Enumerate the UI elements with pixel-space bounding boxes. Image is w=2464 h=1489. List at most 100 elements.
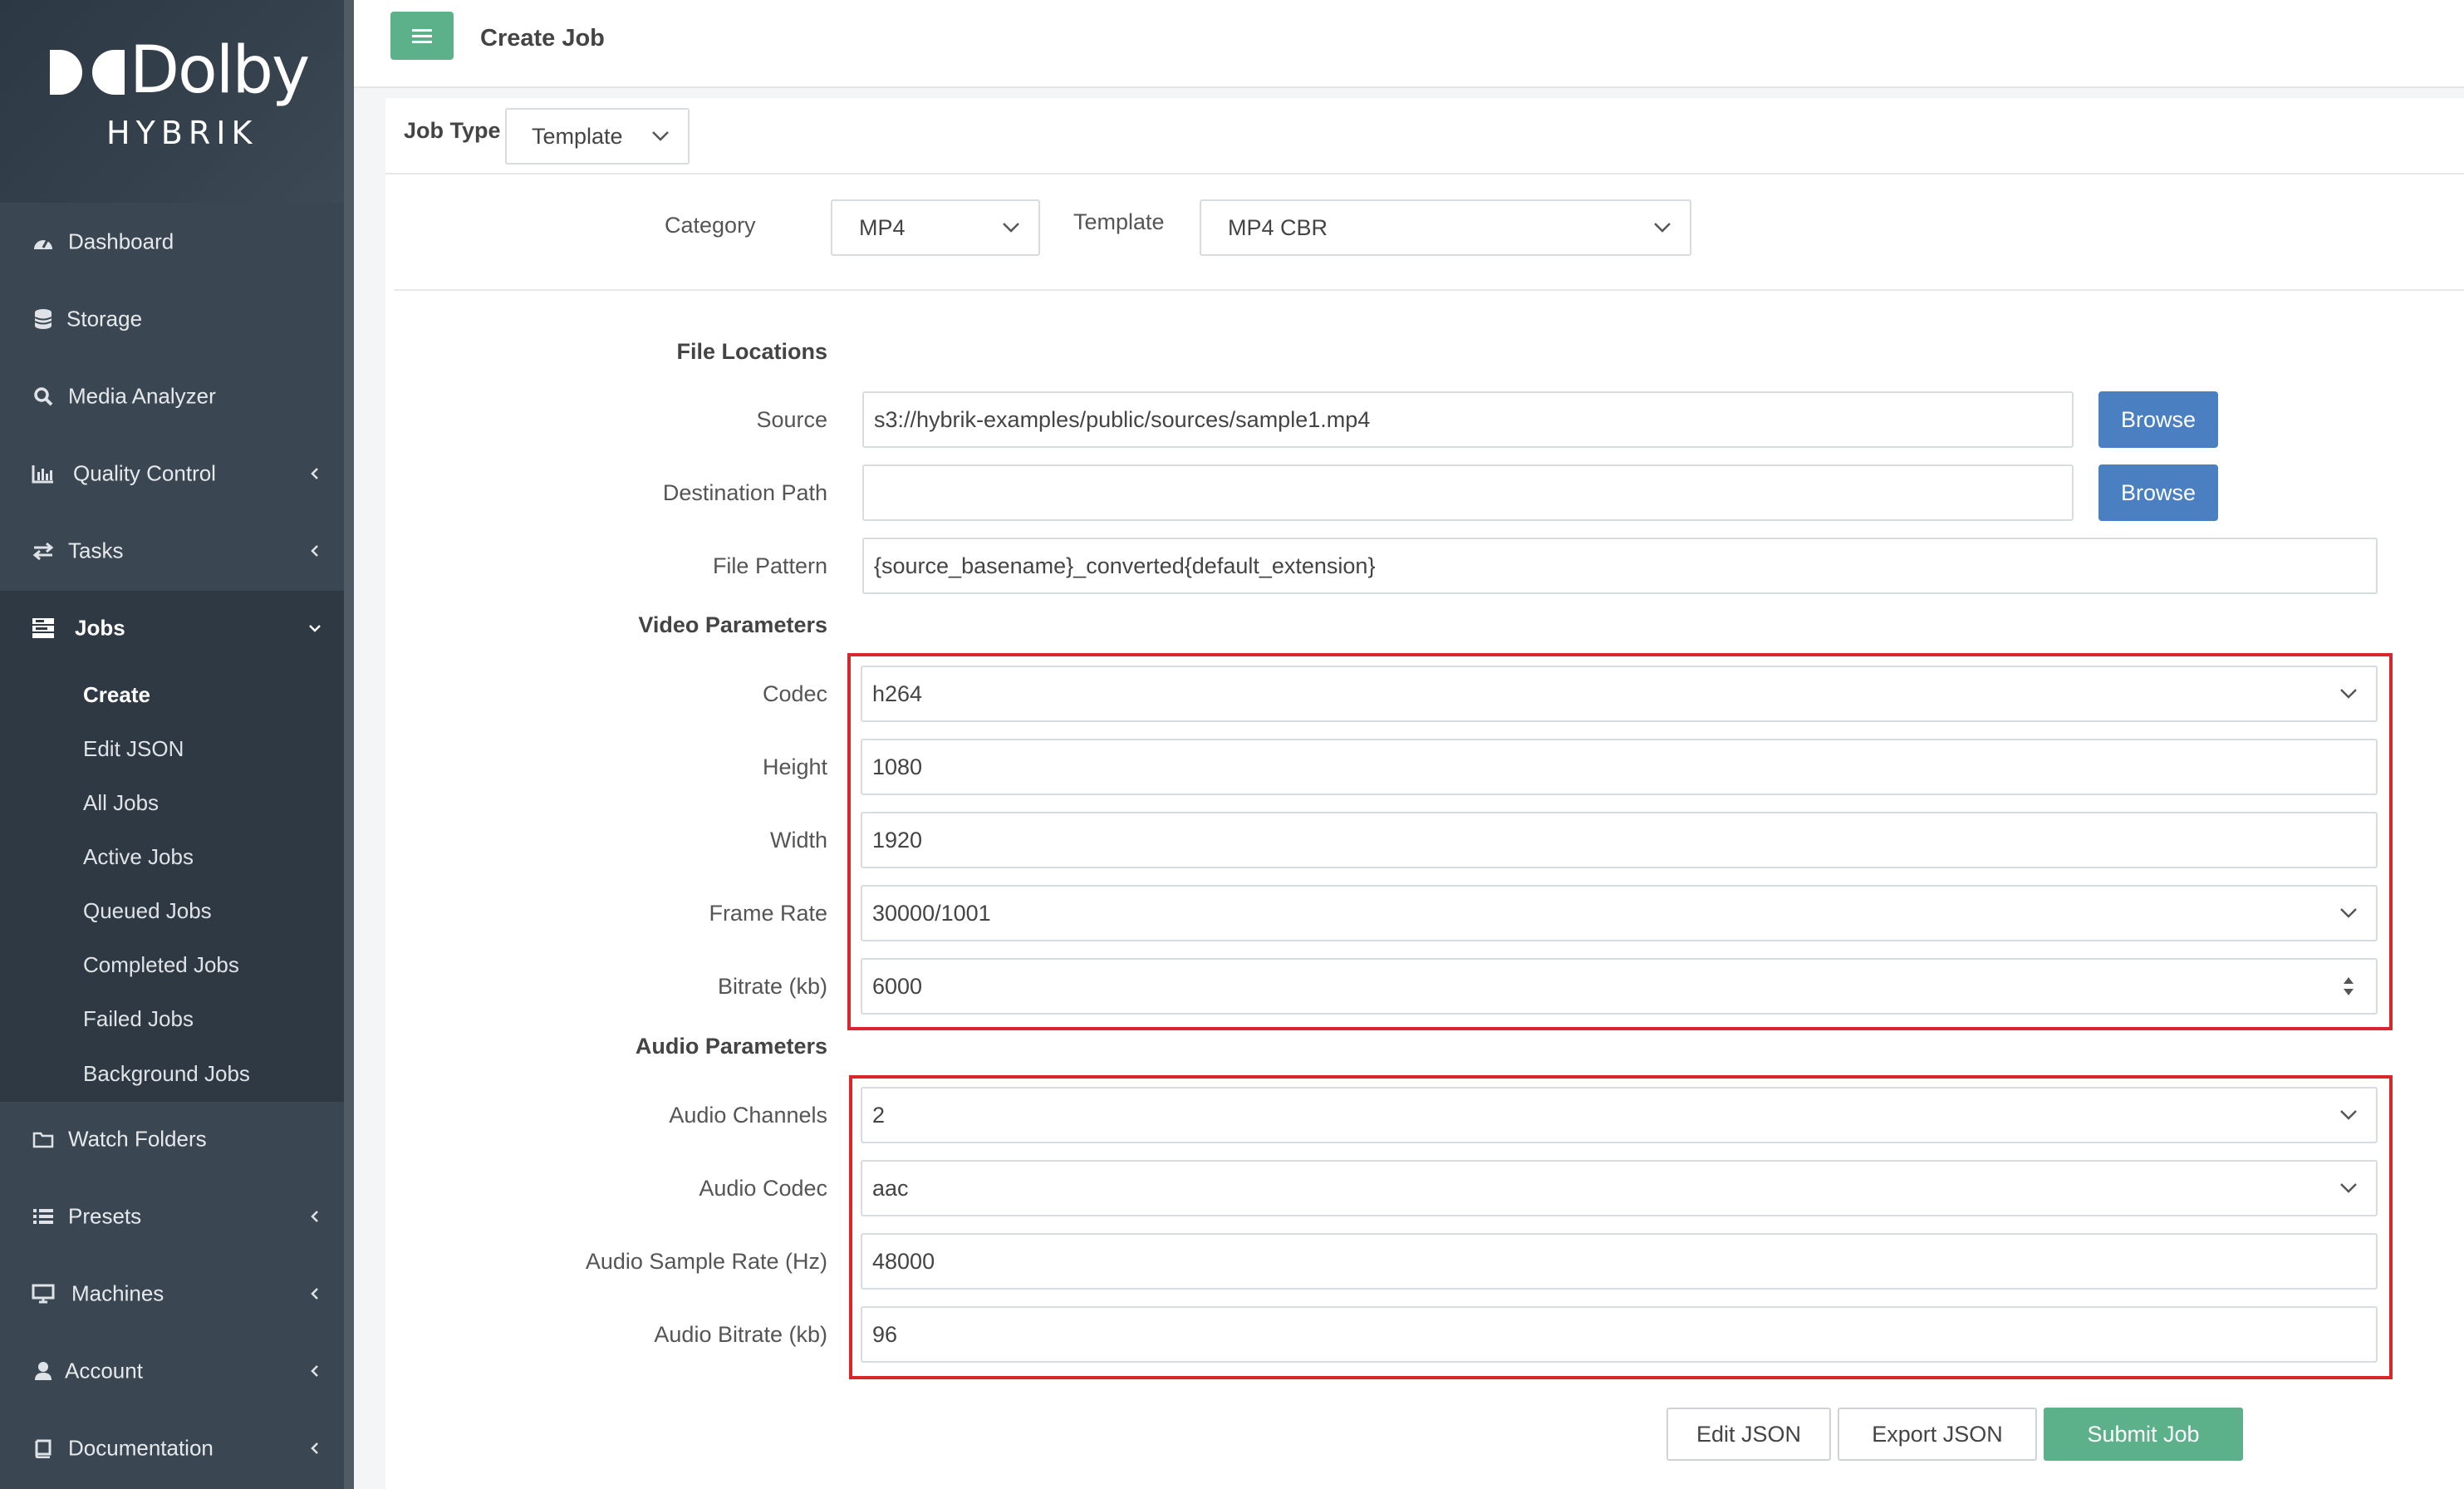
file-pattern-value: {source_basename}_converted{default_exte…: [874, 553, 1376, 578]
chevron-left-icon: [311, 1288, 318, 1300]
sidebar-item-quality-control[interactable]: Quality Control: [0, 436, 344, 511]
chevron-left-icon: [311, 1365, 318, 1377]
template-select[interactable]: MP4 CBR: [1200, 199, 1691, 256]
sidebar-item-label: Jobs: [75, 615, 125, 641]
sidebar-item-storage[interactable]: Storage: [0, 282, 344, 356]
audio-bitrate-input[interactable]: 96: [861, 1306, 2378, 1363]
submenu-item-create[interactable]: Create: [83, 678, 150, 711]
sidebar-item-tasks[interactable]: Tasks: [0, 514, 344, 588]
number-spinner-icon[interactable]: [2341, 974, 2356, 999]
category-select[interactable]: MP4: [831, 199, 1040, 256]
template-value: MP4 CBR: [1228, 214, 1328, 240]
book-icon: [32, 1437, 55, 1460]
sidebar-item-watch-folders[interactable]: Watch Folders: [0, 1102, 344, 1177]
submenu-item-failed-jobs[interactable]: Failed Jobs: [83, 1002, 194, 1035]
source-value: s3://hybrik-examples/public/sources/samp…: [874, 406, 1371, 432]
source-input[interactable]: s3://hybrik-examples/public/sources/samp…: [862, 391, 2074, 448]
sidebar-item-label: Quality Control: [73, 460, 216, 486]
frame-rate-value: 30000/1001: [872, 900, 991, 926]
sidebar-item-machines[interactable]: Machines: [0, 1256, 344, 1331]
brand-name: Dolby: [130, 33, 310, 108]
job-type-select[interactable]: Template: [505, 108, 690, 165]
audio-codec-select[interactable]: aac: [861, 1160, 2378, 1216]
file-pattern-input[interactable]: {source_basename}_converted{default_exte…: [862, 538, 2378, 594]
submit-job-button[interactable]: Submit Job: [2044, 1408, 2243, 1461]
sidebar-item-label: Media Analyzer: [68, 383, 216, 409]
height-value: 1080: [872, 754, 923, 779]
submenu-item-background-jobs[interactable]: Background Jobs: [83, 1057, 250, 1090]
divider: [385, 173, 2464, 174]
audio-channels-label: Audio Channels: [669, 1103, 827, 1128]
sidebar-item-documentation[interactable]: Documentation: [0, 1411, 344, 1486]
audio-codec-value: aac: [872, 1175, 909, 1201]
codec-label: Codec: [762, 681, 827, 706]
frame-rate-label: Frame Rate: [709, 901, 827, 926]
destination-browse-button[interactable]: Browse: [2098, 464, 2218, 521]
dashboard-icon: [32, 230, 55, 253]
top-bar: Create Job: [354, 0, 2464, 88]
sidebar-item-media-analyzer[interactable]: Media Analyzer: [0, 359, 344, 434]
sidebar-item-jobs[interactable]: Jobs: [0, 591, 344, 666]
submenu-item-queued-jobs[interactable]: Queued Jobs: [83, 894, 212, 927]
template-label: Template: [1073, 209, 1165, 234]
job-type-label: Job Type: [404, 118, 501, 143]
video-parameters-heading: Video Parameters: [638, 612, 827, 637]
job-type-value: Template: [532, 123, 623, 149]
chevron-down-icon: [2340, 908, 2357, 918]
edit-json-button[interactable]: Edit JSON: [1666, 1408, 1831, 1461]
width-input[interactable]: 1920: [861, 812, 2378, 868]
audio-bitrate-label: Audio Bitrate (kb): [654, 1322, 827, 1347]
width-value: 1920: [872, 827, 923, 853]
submenu-item-completed-jobs[interactable]: Completed Jobs: [83, 948, 239, 981]
submenu-item-all-jobs[interactable]: All Jobs: [83, 786, 159, 819]
chevron-down-icon: [309, 625, 321, 632]
menu-toggle-button[interactable]: [390, 12, 454, 60]
submenu-item-edit-json[interactable]: Edit JSON: [83, 732, 184, 765]
audio-sample-rate-input[interactable]: 48000: [861, 1233, 2378, 1290]
bitrate-value: 6000: [872, 973, 923, 999]
destination-path-label: Destination Path: [662, 480, 827, 505]
file-locations-heading: File Locations: [676, 339, 827, 364]
destination-path-input[interactable]: [862, 464, 2074, 521]
sidebar-item-label: Dashboard: [68, 229, 174, 254]
submenu-item-active-jobs[interactable]: Active Jobs: [83, 840, 194, 873]
sidebar-item-label: Tasks: [68, 538, 124, 563]
export-json-button[interactable]: Export JSON: [1838, 1408, 2037, 1461]
bar-chart-icon: [32, 462, 55, 485]
jobs-submenu: Create Edit JSON All Jobs Active Jobs Qu…: [0, 661, 344, 1102]
source-browse-button[interactable]: Browse: [2098, 391, 2218, 448]
monitor-icon: [32, 1282, 55, 1305]
codec-select[interactable]: h264: [861, 666, 2378, 722]
audio-channels-select[interactable]: 2: [861, 1087, 2378, 1143]
bitrate-input[interactable]: 6000: [861, 958, 2378, 1015]
category-value: MP4: [859, 214, 906, 240]
bitrate-label: Bitrate (kb): [717, 974, 827, 999]
chevron-down-icon: [652, 131, 669, 141]
sidebar-item-label: Watch Folders: [68, 1126, 207, 1152]
product-name: HYBRIK: [106, 115, 258, 151]
chevron-left-icon: [311, 468, 318, 479]
sidebar: Dolby HYBRIK Dashboard Storage Media Ana…: [0, 0, 344, 1489]
sidebar-item-label: Machines: [71, 1280, 164, 1306]
source-label: Source: [756, 407, 827, 432]
page-title: Create Job: [480, 25, 605, 52]
search-icon: [32, 385, 55, 408]
user-icon: [32, 1359, 55, 1383]
frame-rate-select[interactable]: 30000/1001: [861, 885, 2378, 941]
sidebar-item-account[interactable]: Account: [0, 1334, 344, 1408]
divider: [394, 289, 2464, 291]
height-input[interactable]: 1080: [861, 739, 2378, 795]
chevron-left-icon: [311, 545, 318, 557]
chevron-down-icon: [2340, 689, 2357, 699]
audio-codec-label: Audio Codec: [699, 1176, 827, 1201]
sidebar-item-label: Documentation: [68, 1435, 214, 1461]
sidebar-item-dashboard[interactable]: Dashboard: [0, 204, 344, 279]
chevron-down-icon: [1003, 223, 1019, 233]
sidebar-item-presets[interactable]: Presets: [0, 1179, 344, 1254]
database-icon: [32, 307, 55, 331]
chevron-down-icon: [1654, 223, 1671, 233]
chevron-down-icon: [2340, 1183, 2357, 1193]
audio-sample-rate-label: Audio Sample Rate (Hz): [585, 1249, 827, 1274]
sidebar-item-label: Account: [65, 1358, 143, 1383]
height-label: Height: [762, 754, 827, 779]
